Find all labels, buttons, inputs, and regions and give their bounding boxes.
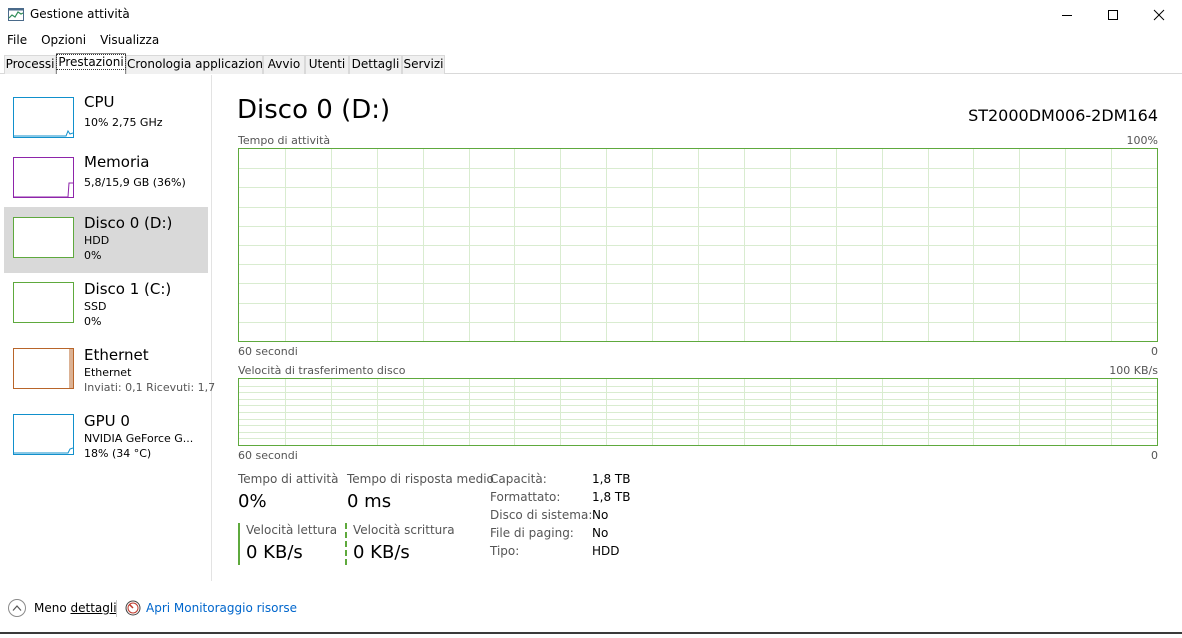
- graph-1-label: Tempo di attività: [238, 134, 331, 147]
- task-manager-icon: [8, 8, 24, 21]
- sidebar-item-detail: NVIDIA GeForce G...: [84, 432, 194, 445]
- graph-2-label: Velocità di trasferimento disco: [238, 364, 406, 377]
- sidebar-item-label: GPU 0: [84, 412, 130, 430]
- active-time-value: 0%: [238, 491, 267, 512]
- sidebar-item-detail: Ethernet: [84, 366, 132, 379]
- tab-users[interactable]: Utenti: [305, 55, 349, 74]
- write-speed-indicator: [345, 523, 347, 565]
- active-time-graph: [238, 148, 1158, 342]
- sidebar-item-detail: 10% 2,75 GHz: [84, 116, 163, 129]
- graph-2-timespan: 60 secondi: [238, 449, 298, 462]
- resource-list: CPU 10% 2,75 GHz Memoria 5,8/15,9 GB (36…: [0, 75, 215, 581]
- tab-app-history[interactable]: Cronologia applicazioni: [126, 55, 266, 74]
- sidebar-item-label: CPU: [84, 93, 115, 111]
- system-disk-value: No: [592, 508, 609, 522]
- ethernet-thumbnail-graph: [13, 348, 74, 389]
- page-title: Disco 0 (D:): [237, 95, 391, 125]
- window-title: Gestione attività: [30, 7, 130, 21]
- window-bottom-border: [0, 632, 1182, 634]
- title-bar: Gestione attività: [0, 0, 1182, 30]
- disk-0-thumbnail-graph: [13, 217, 74, 258]
- formatted-value: 1,8 TB: [592, 490, 631, 504]
- type-label: Tipo:: [490, 544, 520, 558]
- menu-file[interactable]: File: [0, 31, 34, 49]
- tab-details[interactable]: Dettagli: [349, 55, 402, 74]
- read-speed-value: 0 KB/s: [246, 542, 303, 563]
- sidebar-item-detail: 18% (34 °C): [84, 447, 152, 460]
- cpu-thumbnail-graph: [13, 97, 74, 138]
- tab-startup[interactable]: Avvio: [263, 55, 305, 74]
- memory-thumbnail-graph: [13, 157, 74, 198]
- formatted-label: Formattato:: [490, 490, 561, 504]
- read-speed-indicator: [238, 523, 240, 565]
- page-file-value: No: [592, 526, 609, 540]
- open-resource-monitor-link[interactable]: Apri Monitoraggio risorse: [146, 601, 297, 615]
- sidebar-item-label: Disco 0 (D:): [84, 214, 173, 232]
- sidebar-item-cpu[interactable]: CPU 10% 2,75 GHz: [4, 90, 208, 156]
- write-speed-label: Velocità scrittura: [353, 523, 455, 537]
- close-icon: [1153, 9, 1165, 21]
- page-file-label: File di paging:: [490, 526, 574, 540]
- graph-2-min: 0: [1151, 449, 1158, 462]
- graph-1-min: 0: [1151, 345, 1158, 358]
- sidebar-item-label: Memoria: [84, 153, 150, 171]
- footer-divider: [116, 600, 117, 617]
- system-disk-label: Disco di sistema:: [490, 508, 593, 522]
- graph-2-max: 100 KB/s: [1109, 364, 1158, 377]
- menu-bar: File Opzioni Visualizza: [0, 31, 166, 49]
- sidebar-item-detail: SSD: [84, 300, 107, 313]
- sidebar-item-ethernet[interactable]: Ethernet Ethernet Inviati: 0,1 Ricevuti:…: [4, 345, 215, 411]
- transfer-rate-graph: [238, 378, 1158, 446]
- sidebar-item-detail: 5,8/15,9 GB (36%): [84, 176, 186, 189]
- fewer-details-button[interactable]: Meno dettagli: [34, 601, 117, 615]
- disk-1-thumbnail-graph: [13, 282, 74, 323]
- resource-monitor-icon: [125, 600, 141, 616]
- sidebar-item-detail: HDD: [84, 234, 110, 247]
- tab-strip: Processi Prestazioni Cronologia applicaz…: [0, 53, 1182, 74]
- sidebar-item-disk-0[interactable]: Disco 0 (D:) HDD 0%: [4, 207, 208, 273]
- sidebar-item-detail: 0%: [84, 315, 102, 328]
- sidebar-item-detail: 0%: [84, 249, 102, 262]
- graph-1-timespan: 60 secondi: [238, 345, 298, 358]
- response-time-label: Tempo di risposta medio: [347, 472, 494, 486]
- graph-1-max: 100%: [1126, 134, 1158, 147]
- tab-performance[interactable]: Prestazioni: [56, 53, 126, 74]
- active-time-label: Tempo di attività: [238, 472, 339, 486]
- write-speed-value: 0 KB/s: [353, 542, 410, 563]
- menu-view[interactable]: Visualizza: [93, 31, 166, 49]
- capacity-label: Capacità:: [490, 472, 547, 486]
- minimize-icon: [1062, 15, 1072, 16]
- sidebar-item-label: Disco 1 (C:): [84, 280, 172, 298]
- chevron-up-icon[interactable]: [8, 599, 26, 617]
- close-button[interactable]: [1136, 0, 1182, 30]
- minimize-button[interactable]: [1044, 0, 1090, 30]
- response-time-value: 0 ms: [347, 491, 392, 512]
- capacity-value: 1,8 TB: [592, 472, 631, 486]
- menu-options[interactable]: Opzioni: [34, 31, 93, 49]
- sidebar-item-label: Ethernet: [84, 346, 149, 364]
- sidebar-item-detail: Inviati: 0,1 Ricevuti: 1,7: [84, 381, 216, 394]
- disk-model: ST2000DM006-2DM164: [968, 106, 1158, 125]
- gpu-thumbnail-graph: [13, 414, 74, 455]
- read-speed-label: Velocità lettura: [246, 523, 338, 537]
- maximize-icon: [1108, 10, 1118, 20]
- tab-services[interactable]: Servizi: [402, 55, 445, 74]
- sidebar-item-gpu-0[interactable]: GPU 0 NVIDIA GeForce G... 18% (34 °C): [4, 411, 208, 477]
- maximize-button[interactable]: [1090, 0, 1136, 30]
- sidebar-item-disk-1[interactable]: Disco 1 (C:) SSD 0%: [4, 279, 208, 345]
- tab-processes[interactable]: Processi: [4, 55, 56, 74]
- footer: Meno dettagli Apri Monitoraggio risorse: [0, 594, 1182, 624]
- type-value: HDD: [592, 544, 620, 558]
